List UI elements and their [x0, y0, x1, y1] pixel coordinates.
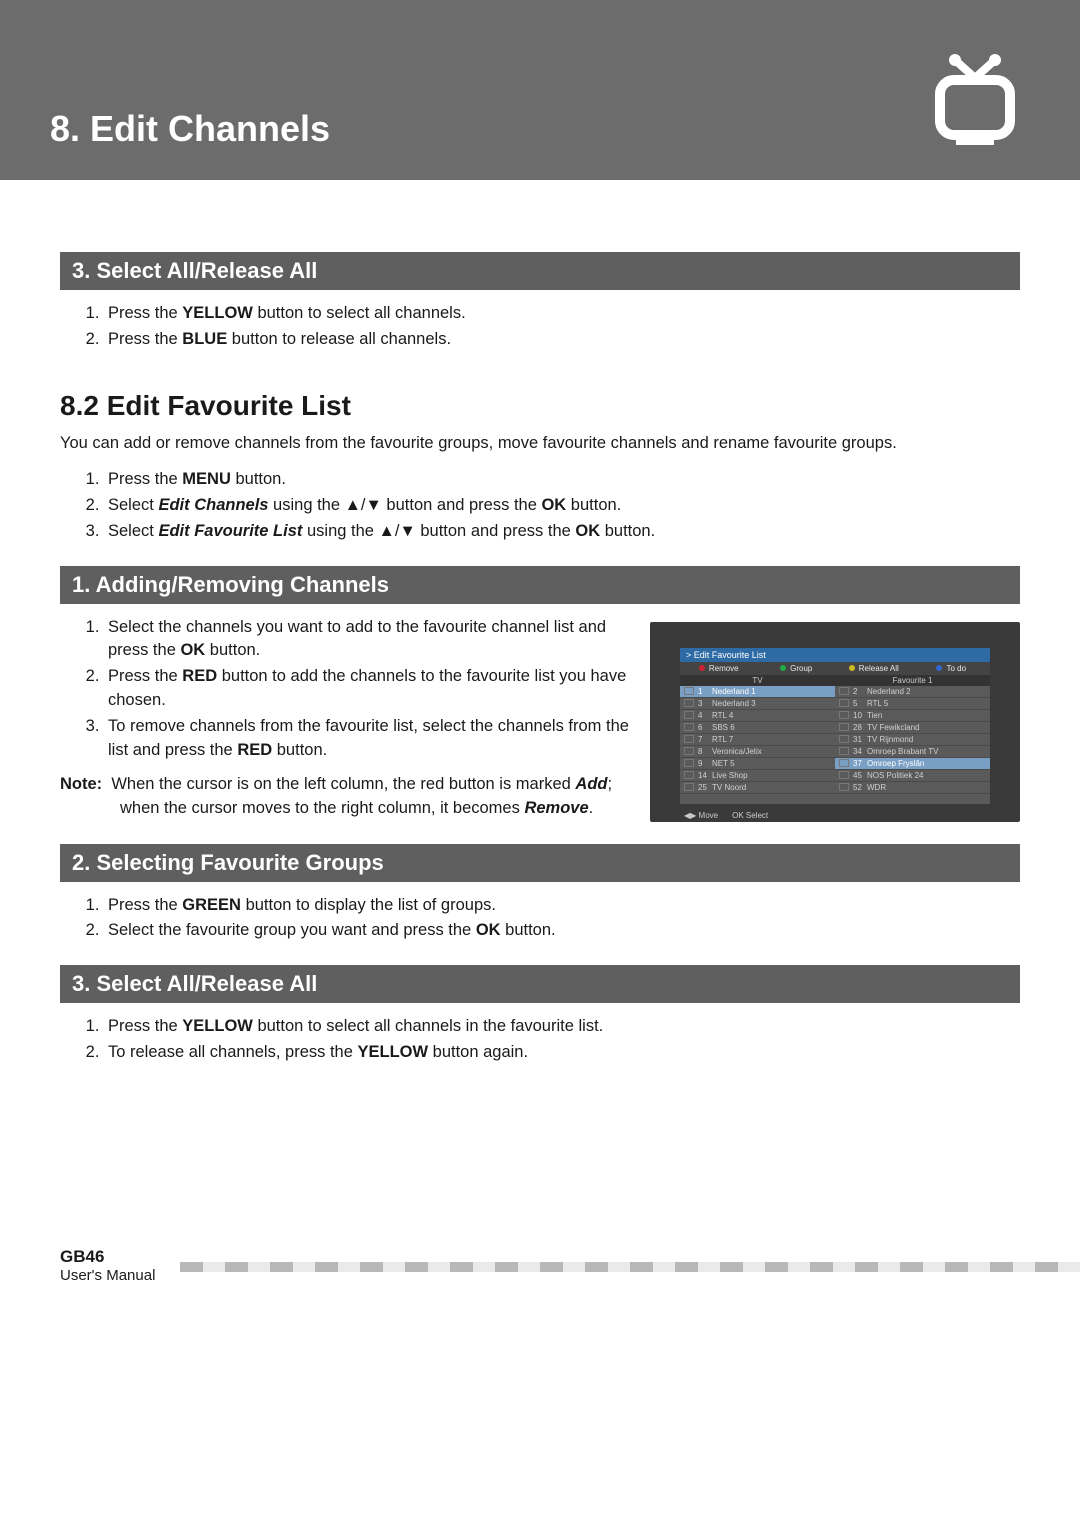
list-item: Select Edit Favourite List using the ▲/▼…: [104, 520, 1020, 544]
osd-channel-row: 1Nederland 1: [680, 686, 835, 698]
select-release-2-steps: Press the YELLOW button to select all ch…: [104, 1015, 1020, 1065]
list-item: Press the YELLOW button to select all ch…: [104, 302, 1020, 326]
osd-channel-row: 10Tien: [835, 710, 990, 722]
osd-right-header: Favourite 1: [835, 675, 990, 686]
osd-channel-row: 9NET 5: [680, 758, 835, 770]
list-item: To remove channels from the favourite li…: [104, 715, 630, 763]
list-item: Press the MENU button.: [104, 468, 1020, 492]
list-item: Select the favourite group you want and …: [104, 919, 1020, 943]
section-heading-82: 8.2 Edit Favourite List: [60, 390, 1020, 422]
subsection-heading-adding: 1. Adding/Removing Channels: [60, 566, 1020, 604]
osd-channel-row: 7RTL 7: [680, 734, 835, 746]
footer-stripe: [180, 1262, 1080, 1272]
page-footer: GB46 User's Manual: [0, 1247, 1080, 1324]
list-item: To release all channels, press the YELLO…: [104, 1041, 1020, 1065]
osd-channel-row: 52WDR: [835, 782, 990, 794]
select-release-list: Press the YELLOW button to select all ch…: [104, 302, 1020, 352]
chapter-header: 8. Edit Channels: [0, 0, 1080, 180]
osd-channel-row: 6SBS 6: [680, 722, 835, 734]
osd-channel-row: 25TV Noord: [680, 782, 835, 794]
list-item: Press the GREEN button to display the li…: [104, 894, 1020, 918]
osd-channel-row: 45NOS Politiek 24: [835, 770, 990, 782]
chapter-title: 8. Edit Channels: [50, 108, 330, 180]
list-item: Press the RED button to add the channels…: [104, 665, 630, 713]
osd-screenshot: > Edit Favourite List Remove Group Relea…: [650, 622, 1020, 822]
section-heading-select-release: 3. Select All/Release All: [60, 252, 1020, 290]
list-item: Press the BLUE button to release all cha…: [104, 328, 1020, 352]
osd-title: > Edit Favourite List: [680, 648, 990, 662]
osd-channel-row: 31TV Rijnmond: [835, 734, 990, 746]
osd-channel-row: 34Omroep Brabant TV: [835, 746, 990, 758]
intro-paragraph: You can add or remove channels from the …: [60, 432, 1020, 456]
osd-channel-row: 8Veronica/Jetix: [680, 746, 835, 758]
selecting-groups-steps: Press the GREEN button to display the li…: [104, 894, 1020, 944]
osd-channel-row: 37Omroep Fryslân: [835, 758, 990, 770]
osd-left-header: TV: [680, 675, 835, 686]
osd-channel-row: 2Nederland 2: [835, 686, 990, 698]
osd-channel-row: 4RTL 4: [680, 710, 835, 722]
adding-removing-steps: Select the channels you want to add to t…: [104, 616, 630, 764]
osd-tabs: Remove Group Release All To do: [680, 662, 990, 675]
osd-channel-row: 28TV Fewikcland: [835, 722, 990, 734]
osd-channel-row: 5RTL 5: [835, 698, 990, 710]
list-item: Select the channels you want to add to t…: [104, 616, 630, 664]
osd-channel-row: 3Nederland 3: [680, 698, 835, 710]
osd-footer: ◀▶ Move OK Select: [684, 811, 768, 820]
note-paragraph: Note: When the cursor is on the left col…: [60, 773, 630, 821]
list-item: Press the YELLOW button to select all ch…: [104, 1015, 1020, 1039]
tv-icon: [920, 20, 1030, 150]
subsection-heading-groups: 2. Selecting Favourite Groups: [60, 844, 1020, 882]
osd-channel-row: 14Live Shop: [680, 770, 835, 782]
edit-fav-steps: Press the MENU button. Select Edit Chann…: [104, 468, 1020, 544]
subsection-heading-select-release-2: 3. Select All/Release All: [60, 965, 1020, 1003]
list-item: Select Edit Channels using the ▲/▼ butto…: [104, 494, 1020, 518]
